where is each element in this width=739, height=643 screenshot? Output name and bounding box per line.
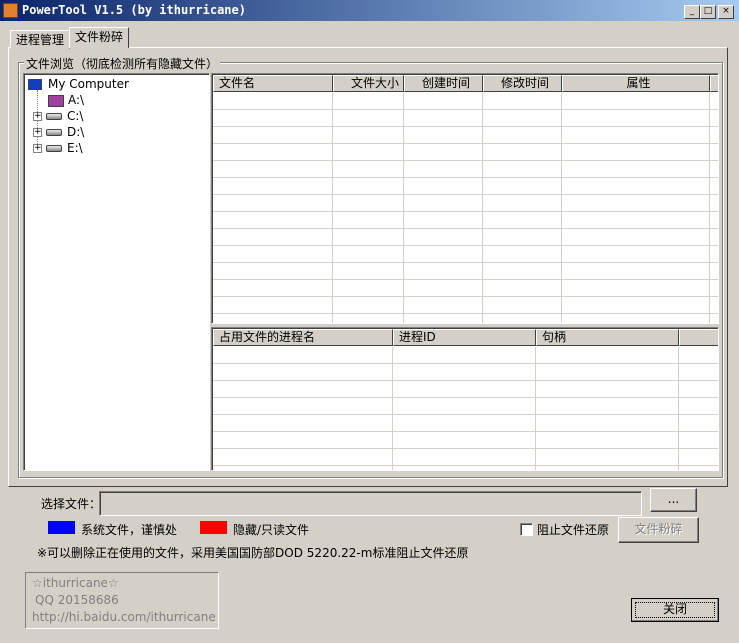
app-icon xyxy=(3,3,18,18)
hidden-file-color-swatch xyxy=(200,521,227,534)
process-list[interactable]: 占用文件的进程名 进程ID 句柄 xyxy=(211,327,719,471)
column-header-process-name[interactable]: 占用文件的进程名 xyxy=(213,329,393,346)
expand-icon[interactable]: + xyxy=(33,128,42,137)
file-list[interactable]: 文件名 文件大小 创建时间 修改时间 属性 xyxy=(211,73,719,324)
tree-label: A:\ xyxy=(68,93,85,107)
about-box: ☆ithurricane☆ QQ 20158686 http://hi.baid… xyxy=(25,572,219,629)
browse-button[interactable]: ... xyxy=(650,488,697,512)
system-file-color-swatch xyxy=(48,521,75,534)
expand-icon[interactable]: + xyxy=(33,144,42,153)
hidden-file-legend-label: 隐藏/只读文件 xyxy=(233,523,310,537)
column-header-attributes[interactable]: 属性 xyxy=(562,75,710,92)
tree-node-d[interactable]: D:\ xyxy=(67,124,84,140)
column-header-filler xyxy=(679,329,718,346)
tab-file-shredder[interactable]: 文件粉碎 xyxy=(69,27,130,48)
author-qq: QQ 20158686 xyxy=(35,593,119,607)
author-name: ☆ithurricane☆ xyxy=(32,576,119,590)
select-file-label: 选择文件： xyxy=(41,497,102,511)
column-header-filename[interactable]: 文件名 xyxy=(213,75,333,92)
tree-node-my-computer[interactable]: My Computer xyxy=(28,76,129,92)
author-url[interactable]: http://hi.baidu.com/ithurricane xyxy=(32,609,216,626)
column-header-handle[interactable]: 句柄 xyxy=(536,329,679,346)
tab-process-management[interactable]: 进程管理 xyxy=(10,30,71,49)
prevent-restore-label: 阻止文件还原 xyxy=(537,523,610,537)
drive-icon xyxy=(46,129,62,136)
floppy-icon xyxy=(48,94,64,107)
minimize-button[interactable]: _ xyxy=(684,5,700,19)
shred-button[interactable]: 文件粉碎 xyxy=(618,517,699,543)
select-file-input[interactable] xyxy=(99,491,642,516)
column-header-process-id[interactable]: 进程ID xyxy=(393,329,536,346)
column-header-size[interactable]: 文件大小 xyxy=(333,75,404,92)
drive-icon xyxy=(46,113,62,120)
computer-icon xyxy=(28,79,42,90)
maximize-button[interactable]: □ xyxy=(700,5,716,19)
tree-node-c[interactable]: C:\ xyxy=(67,108,83,124)
column-header-filler xyxy=(710,75,718,92)
group-label: 文件浏览（彻底检测所有隐藏文件） xyxy=(24,55,221,72)
drive-icon xyxy=(46,145,62,152)
column-header-modified[interactable]: 修改时间 xyxy=(483,75,562,92)
system-file-legend-label: 系统文件，谨慎处 xyxy=(81,523,178,537)
prevent-restore-checkbox[interactable] xyxy=(520,523,533,536)
close-button[interactable]: 关闭 xyxy=(631,598,719,622)
note-text: ※可以删除正在使用的文件，采用美国国防部DOD 5220.22-m标准阻止文件还… xyxy=(37,546,469,560)
expand-icon[interactable]: + xyxy=(33,112,42,121)
column-header-created[interactable]: 创建时间 xyxy=(404,75,483,92)
close-window-button[interactable]: × xyxy=(718,5,734,19)
tree-label: My Computer xyxy=(48,77,129,91)
drive-tree[interactable]: My Computer A:\ + C:\ + D:\ + E:\ xyxy=(23,73,210,471)
title-bar: PowerTool V1.5 (by ithurricane) xyxy=(0,0,739,21)
tree-node-a[interactable]: A:\ xyxy=(48,92,84,108)
tree-node-e[interactable]: E:\ xyxy=(67,140,83,156)
window-title: PowerTool V1.5 (by ithurricane) xyxy=(22,3,246,17)
